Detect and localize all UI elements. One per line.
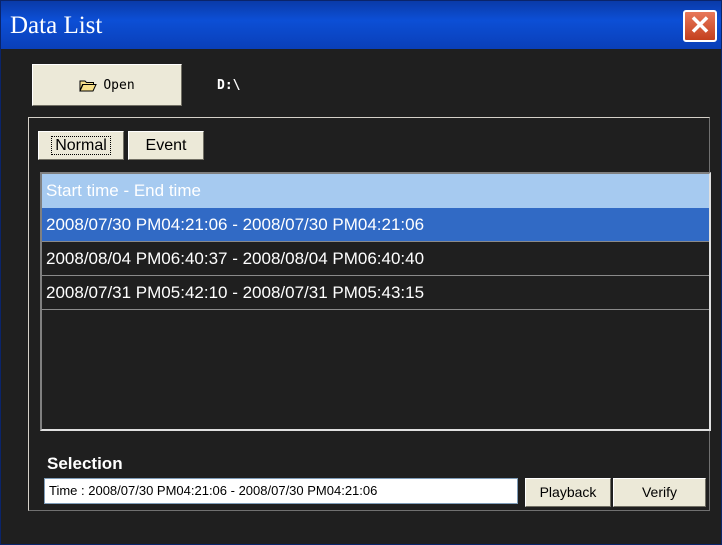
- recording-list[interactable]: Start time - End time 2008/07/30 PM04:21…: [40, 172, 711, 431]
- list-item[interactable]: 2008/07/30 PM04:21:06 - 2008/07/30 PM04:…: [42, 208, 709, 242]
- verify-button[interactable]: Verify: [613, 478, 706, 507]
- window-title: Data List: [10, 12, 103, 39]
- list-item[interactable]: 2008/08/04 PM06:40:37 - 2008/08/04 PM06:…: [42, 242, 709, 276]
- tab-event-label: Event: [145, 137, 187, 154]
- tab-normal[interactable]: Normal: [38, 131, 124, 160]
- title-bar[interactable]: Data List ✕: [1, 1, 721, 49]
- tab-normal-label: Normal: [51, 136, 111, 155]
- open-button[interactable]: Open: [32, 64, 182, 106]
- open-button-label: Open: [103, 77, 135, 93]
- close-icon: ✕: [689, 10, 711, 40]
- selection-label: Selection: [47, 454, 123, 473]
- list-item[interactable]: 2008/07/31 PM05:42:10 - 2008/07/31 PM05:…: [42, 276, 709, 310]
- selection-field[interactable]: Time : 2008/07/30 PM04:21:06 - 2008/07/3…: [44, 478, 518, 504]
- list-column-header[interactable]: Start time - End time: [42, 174, 709, 208]
- close-button[interactable]: ✕: [683, 10, 717, 42]
- playback-button[interactable]: Playback: [525, 478, 611, 507]
- current-path: D:\: [217, 78, 241, 93]
- folder-open-icon: [79, 80, 98, 91]
- tab-event[interactable]: Event: [128, 131, 204, 160]
